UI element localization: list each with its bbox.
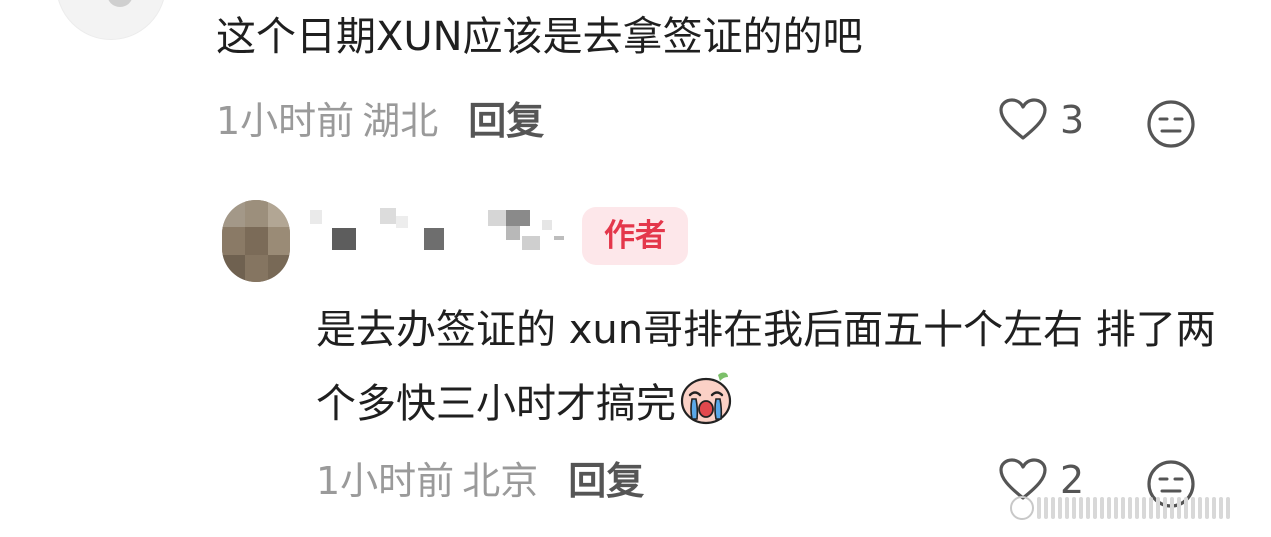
- reply-time: 1小时前: [316, 459, 455, 503]
- reply-text: 是去办签证的 xun哥排在我后面五十个左右 排了两个多快三小时才搞完: [316, 293, 1216, 449]
- watermark-bar: [1219, 497, 1223, 519]
- mosaic-pixel: [310, 210, 322, 224]
- comment-time: 1小时前: [216, 99, 355, 143]
- avatar-mosaic-block: [268, 227, 290, 255]
- watermark-bar: [1212, 497, 1216, 519]
- watermark-bar: [1184, 497, 1188, 519]
- reply-location: 北京: [462, 459, 539, 503]
- watermark-bar: [1114, 497, 1118, 519]
- avatar-mosaic-block: [222, 200, 245, 227]
- avatar-mosaic-block: [222, 255, 245, 282]
- comment-meta: 1小时前 湖北 回复: [216, 98, 544, 144]
- reply-avatar[interactable]: [222, 200, 290, 282]
- mosaic-pixel: [488, 210, 506, 226]
- reply-text-content: 是去办签证的 xun哥排在我后面五十个左右 排了两个多快三小时才搞完: [316, 307, 1216, 427]
- comment-location: 湖北: [362, 99, 439, 143]
- watermark-icon: [1010, 496, 1034, 520]
- mosaic-pixel: [332, 228, 356, 250]
- mosaic-pixel: [506, 210, 530, 226]
- watermark-bar: [1107, 497, 1111, 519]
- heart-icon: [998, 98, 1048, 142]
- avatar-mosaic-block: [245, 255, 268, 282]
- watermark-bar: [1142, 497, 1146, 519]
- watermark-bar: [1065, 497, 1069, 519]
- watermark-bar: [1205, 497, 1209, 519]
- watermark-bar: [1135, 497, 1139, 519]
- reply-meta: 1小时前 北京 回复: [316, 458, 644, 504]
- watermark-bar: [1170, 497, 1174, 519]
- watermark-bar: [1226, 497, 1230, 519]
- watermark-bar: [1058, 497, 1062, 519]
- mosaic-pixel: [554, 236, 564, 240]
- watermark-bar: [1198, 497, 1202, 519]
- watermark-bar: [1086, 497, 1090, 519]
- mosaic-pixel: [424, 228, 444, 250]
- watermark-bar: [1072, 497, 1076, 519]
- avatar-glyph: [107, 0, 133, 7]
- watermark-bar: [1079, 497, 1083, 519]
- watermark-bar: [1044, 497, 1048, 519]
- author-badge: 作者: [582, 207, 688, 265]
- watermark-bar: [1191, 497, 1195, 519]
- watermark-bar: [1037, 497, 1041, 519]
- reply-button[interactable]: 回复: [568, 459, 644, 503]
- watermark-bar: [1093, 497, 1097, 519]
- like-button[interactable]: 3: [998, 98, 1084, 142]
- username-mosaic[interactable]: [310, 208, 580, 254]
- crying-peach-emoji: [678, 369, 736, 449]
- commenter-avatar[interactable]: [56, 0, 166, 40]
- mosaic-pixel: [396, 216, 408, 228]
- watermark-bar: [1128, 497, 1132, 519]
- face-icon[interactable]: [1146, 99, 1196, 153]
- avatar-mosaic-block: [268, 255, 290, 282]
- watermark-bar: [1177, 497, 1181, 519]
- comment-text: 这个日期XUN应该是去拿签证的的吧: [216, 14, 863, 60]
- avatar-mosaic-block: [268, 200, 290, 227]
- watermark-bar: [1121, 497, 1125, 519]
- avatar-mosaic-block: [222, 227, 245, 255]
- like-count: 3: [1060, 98, 1085, 142]
- reply-button[interactable]: 回复: [468, 99, 544, 143]
- watermark-bar: [1149, 497, 1153, 519]
- watermark-bar: [1100, 497, 1104, 519]
- watermark-bar: [1051, 497, 1055, 519]
- watermark-bar: [1156, 497, 1160, 519]
- avatar-mosaic-block: [245, 227, 268, 255]
- mosaic-pixel: [542, 220, 552, 230]
- avatar-mosaic-block: [245, 200, 268, 227]
- watermark-bar: [1163, 497, 1167, 519]
- mosaic-pixel: [522, 236, 540, 250]
- mosaic-pixel: [380, 208, 396, 224]
- mosaic-pixel: [506, 226, 520, 240]
- watermark: [1010, 496, 1246, 520]
